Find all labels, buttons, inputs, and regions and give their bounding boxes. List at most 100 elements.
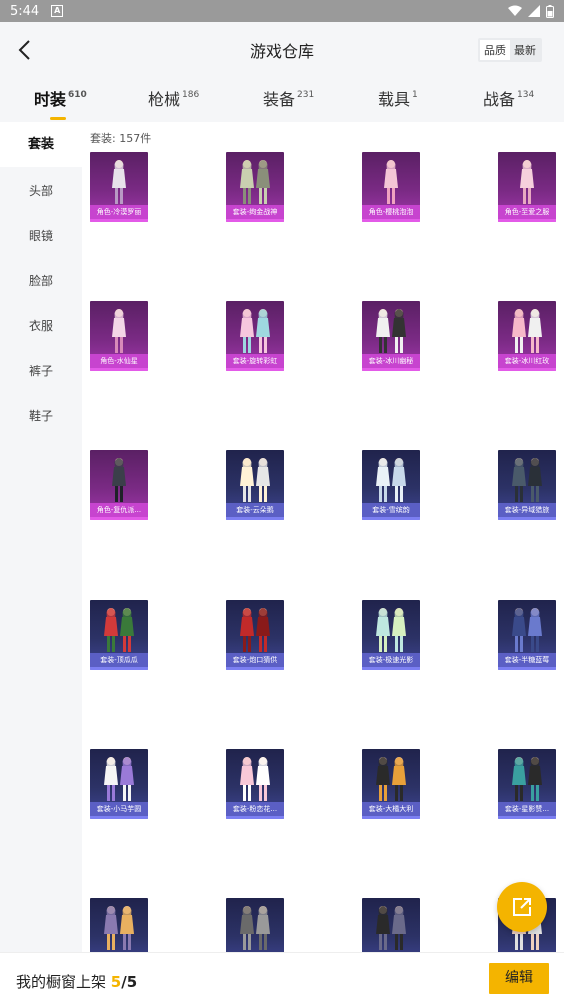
edit-button[interactable]: 编辑	[489, 963, 549, 994]
rarity-bar	[226, 816, 284, 819]
showcase-total: 5	[126, 973, 138, 991]
showcase-text: 我的橱窗上架	[16, 973, 107, 991]
rarity-bar	[362, 667, 420, 670]
outfit-card[interactable]: 套装-半糖蓝莓	[498, 600, 556, 670]
outfit-card[interactable]: 套装-冰川红玫	[498, 301, 556, 371]
rarity-bar	[90, 219, 148, 222]
showcase-current: 5	[110, 973, 122, 991]
rarity-bar	[226, 219, 284, 222]
outfit-name: 套装-星影赞...	[498, 802, 556, 816]
status-time: 5:44	[10, 3, 40, 19]
sub-category-sidebar: 套装 头部 眼镜 脸部 衣服 裤子 鞋子	[0, 122, 82, 952]
outfit-card[interactable]: 套装-小马芋圆	[90, 749, 148, 819]
outfit-card[interactable]: 角色-复仇派...	[90, 450, 148, 520]
tab-equipment[interactable]: 装备 231	[263, 86, 314, 110]
outfit-card[interactable]: 套装-大橘大利	[362, 749, 420, 819]
outfit-name: 套装-大橘大利	[362, 802, 420, 816]
status-icons	[508, 4, 554, 18]
outfit-name: 角色-复仇派...	[90, 503, 148, 517]
outfit-figure-image	[376, 906, 406, 950]
item-count-label: 套装: 157件	[90, 132, 152, 145]
outfit-card[interactable]	[226, 898, 284, 952]
rarity-bar	[226, 667, 284, 670]
outfit-card[interactable]: 套装-粉恋花...	[226, 749, 284, 819]
status-bar: 5:44 A	[0, 0, 564, 22]
sidebar-item-face[interactable]: 脸部	[0, 272, 82, 289]
sort-option-quality[interactable]: 品质	[480, 40, 510, 60]
outfit-name: 套装-炮口猜供	[226, 653, 284, 667]
outfit-card[interactable]: 套装-云朵鹅	[226, 450, 284, 520]
showcase-footer: 我的橱窗上架 5/5 编辑	[0, 952, 564, 1004]
outfit-card[interactable]	[362, 898, 420, 952]
tab-count: 1	[412, 90, 418, 100]
outfit-card[interactable]: 角色-水仙星	[90, 301, 148, 371]
outfit-card[interactable]: 套装-顶瓜瓜	[90, 600, 148, 670]
outfit-card[interactable]: 套装-旋转彩虹	[226, 301, 284, 371]
tab-label: 枪械	[148, 90, 181, 109]
app-header: 游戏仓库 品质 最新	[0, 22, 564, 76]
rarity-bar	[90, 667, 148, 670]
outfit-card[interactable]: 套装-冰川幽秘	[362, 301, 420, 371]
rarity-bar	[362, 816, 420, 819]
outfit-name: 套装-冰川红玫	[498, 354, 556, 368]
tab-supplies[interactable]: 战备 134	[483, 86, 534, 110]
tab-count: 134	[517, 90, 535, 100]
rarity-bar	[362, 517, 420, 520]
outfit-card[interactable]: 角色-樱桃泡泡	[362, 152, 420, 222]
wifi-icon	[508, 5, 522, 16]
outfit-name: 套装-旋转彩虹	[226, 354, 284, 368]
share-icon	[513, 898, 531, 916]
tab-guns[interactable]: 枪械 186	[148, 86, 199, 110]
share-floating-button[interactable]	[497, 882, 547, 932]
sidebar-item-clothes[interactable]: 衣服	[0, 317, 82, 334]
outfit-card[interactable]: 套装-炮口猜供	[226, 600, 284, 670]
tab-vehicles[interactable]: 载具 1	[378, 86, 418, 110]
outfit-name: 套装-顶瓜瓜	[90, 653, 148, 667]
rarity-bar	[498, 219, 556, 222]
rarity-bar	[498, 667, 556, 670]
item-grid-panel: 套装: 157件 角色-冷漠罗丽 套装-绚金战神 角色-樱桃泡泡 角色-至爱之服角色-…	[82, 122, 564, 952]
tab-label: 装备	[263, 90, 296, 109]
rarity-bar	[90, 816, 148, 819]
outfit-name: 套装-极速光影	[362, 653, 420, 667]
outfit-card[interactable]: 角色-冷漠罗丽	[90, 152, 148, 222]
battery-icon	[546, 4, 554, 18]
outfit-name: 角色-樱桃泡泡	[362, 205, 420, 219]
tab-label: 战备	[483, 90, 516, 109]
tab-count: 231	[297, 90, 315, 100]
rarity-bar	[226, 368, 284, 371]
sort-option-latest[interactable]: 最新	[510, 40, 540, 60]
outfit-name: 套装-粉恋花...	[226, 802, 284, 816]
sidebar-item-pants[interactable]: 裤子	[0, 362, 82, 379]
outfit-name: 套装-云朵鹅	[226, 503, 284, 517]
outfit-name: 套装-异域猎旅	[498, 503, 556, 517]
outfit-name: 角色-水仙星	[90, 354, 148, 368]
outfit-figure-image	[240, 906, 270, 950]
sidebar-item-head[interactable]: 头部	[0, 182, 82, 199]
outfit-card[interactable]	[90, 898, 148, 952]
outfit-card[interactable]: 套装-绚金战神	[226, 152, 284, 222]
active-tab-indicator	[50, 117, 66, 120]
outfit-name: 套装-半糖蓝莓	[498, 653, 556, 667]
tab-label: 载具	[378, 90, 411, 109]
sidebar-item-shoes[interactable]: 鞋子	[0, 407, 82, 424]
rarity-bar	[362, 368, 420, 371]
tab-count: 186	[182, 90, 200, 100]
sidebar-item-outfit[interactable]: 套装	[0, 122, 82, 167]
outfit-card[interactable]: 套装-极速光影	[362, 600, 420, 670]
rarity-bar	[90, 517, 148, 520]
tab-fashion[interactable]: 时装 610	[34, 86, 87, 120]
rarity-bar	[498, 368, 556, 371]
outfit-card[interactable]: 套装-雪缤韵	[362, 450, 420, 520]
outfit-card[interactable]: 套装-异域猎旅	[498, 450, 556, 520]
signal-icon	[528, 5, 540, 17]
outfit-card[interactable]: 套装-星影赞...	[498, 749, 556, 819]
rarity-bar	[498, 816, 556, 819]
notification-a-icon: A	[51, 5, 64, 17]
outfit-card[interactable]: 角色-至爱之服	[498, 152, 556, 222]
rarity-bar	[362, 219, 420, 222]
sidebar-item-glasses[interactable]: 眼镜	[0, 227, 82, 244]
category-tabs: 时装 610 枪械 186 装备 231 载具 1 战备 134	[0, 76, 564, 122]
rarity-bar	[498, 517, 556, 520]
tab-count: 610	[68, 90, 87, 100]
